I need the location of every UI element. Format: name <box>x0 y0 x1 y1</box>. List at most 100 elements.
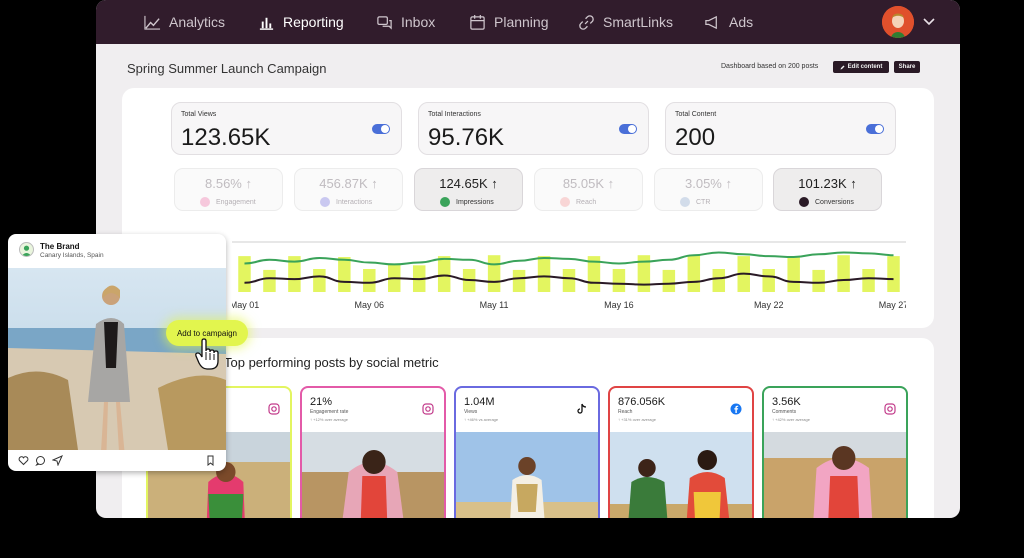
heart-icon[interactable] <box>18 455 29 466</box>
kpi-toggle[interactable] <box>372 124 390 134</box>
instagram-icon <box>268 403 280 415</box>
post-card[interactable]: 1.04M Views ↑ +46% vs average <box>454 386 600 518</box>
share-label: Share <box>898 64 916 70</box>
metric-conversions[interactable]: 101.23K ↑ Conversions <box>773 168 882 211</box>
metric-dot <box>200 197 210 207</box>
performing-posts-title: Top performing posts by social metric <box>224 355 439 370</box>
brand-logo-icon <box>21 245 32 256</box>
chart-bar <box>437 256 451 292</box>
chart-bar <box>612 269 626 292</box>
nav-item-analytics[interactable]: Analytics <box>144 0 225 44</box>
trend-chart-icon <box>144 15 161 30</box>
metric-reach[interactable]: 85.05K ↑ Reach <box>534 168 643 211</box>
metric-label: Conversions <box>815 199 854 206</box>
kpi-total-interactions[interactable]: Total Interactions 95.76K <box>418 102 649 155</box>
kpi-label: Total Content <box>675 111 717 118</box>
metric-dot <box>320 197 330 207</box>
post-metric-label: Comments <box>772 409 797 415</box>
chart-bar <box>837 255 850 292</box>
chart-bar <box>487 255 501 292</box>
post-metric-value: 3.56K <box>772 396 801 408</box>
metric-value: 456.87K ↑ <box>319 176 378 191</box>
chart-bar <box>887 256 900 292</box>
metric-value: 124.65K ↑ <box>439 176 498 191</box>
post-photo <box>764 432 906 518</box>
edit-content-button[interactable]: Edit content <box>833 61 889 73</box>
kpi-total-content[interactable]: Total Content 200 <box>665 102 896 155</box>
nav-item-reporting[interactable]: Reporting <box>258 0 344 44</box>
chart-bar <box>787 256 800 292</box>
post-metric-change: ↑ +12% over average <box>310 417 348 422</box>
kpi-toggle[interactable] <box>866 124 884 134</box>
post-photo <box>456 432 598 518</box>
chart-x-tick-label: May 06 <box>355 300 385 310</box>
metric-dot <box>440 197 450 207</box>
chart-bar <box>712 269 726 292</box>
send-icon[interactable] <box>52 455 63 466</box>
chart-bar <box>687 255 701 292</box>
top-navigation: Analytics Reporting Inbox Planning Smart… <box>96 0 960 44</box>
chevron-down-icon[interactable] <box>922 14 936 28</box>
post-metric-label: Engagement rate <box>310 409 349 415</box>
post-card[interactable]: 876.056K Reach ↑ +31% over average <box>608 386 754 518</box>
bookmark-icon[interactable] <box>205 455 216 466</box>
dashboard-note: Dashboard based on 200 posts <box>721 63 819 70</box>
chart-x-tick-label: May 01 <box>232 300 259 310</box>
post-card[interactable]: 3.56K Comments ↑ +42% over average <box>762 386 908 518</box>
kpi-value: 123.65K <box>181 124 271 151</box>
chart-x-tick-label: May 11 <box>480 300 509 310</box>
campaign-title: Spring Summer Launch Campaign <box>127 61 327 76</box>
calendar-icon <box>470 14 485 30</box>
performance-chart: May 01 May 06 May 11 May 16 May 22 May 27 <box>232 241 906 310</box>
nav-item-inbox[interactable]: Inbox <box>376 0 435 44</box>
kpi-value: 95.76K <box>428 124 505 151</box>
post-metric-value: 21% <box>310 396 333 408</box>
chart-bar <box>363 269 376 292</box>
chart-bar <box>238 256 251 292</box>
metric-impressions[interactable]: 124.65K ↑ Impressions <box>414 168 523 211</box>
chat-bubbles-icon <box>377 15 392 30</box>
metric-ctr[interactable]: 3.05% ↑ CTR <box>654 168 763 211</box>
chart-x-tick-label: May 27 <box>879 300 906 310</box>
post-metric-value: 1.04M <box>464 396 495 408</box>
nav-label: Analytics <box>169 14 226 30</box>
nav-item-smartlinks[interactable]: SmartLinks <box>578 0 673 44</box>
metric-label: Interactions <box>336 199 373 206</box>
hand-cursor-icon <box>195 338 219 370</box>
post-card[interactable]: 21% Engagement rate ↑ +12% over average <box>300 386 446 518</box>
metric-value: 8.56% ↑ <box>205 176 252 191</box>
kpi-toggle[interactable] <box>619 124 637 134</box>
chart-bar <box>537 256 551 292</box>
metric-dot <box>560 197 570 207</box>
post-metric-label: Views <box>464 409 478 415</box>
share-button[interactable]: Share <box>894 61 920 73</box>
bar-chart-icon <box>259 17 274 30</box>
chart-bar <box>562 269 576 292</box>
post-photo <box>302 432 444 518</box>
comment-icon[interactable] <box>35 455 46 466</box>
avatar[interactable] <box>882 6 914 38</box>
kpi-total-views[interactable]: Total Views 123.65K <box>171 102 402 155</box>
edit-content-label: Edit content <box>847 64 883 70</box>
metric-label: Reach <box>576 199 597 206</box>
facebook-icon <box>730 403 742 415</box>
brand-location: Canary Islands, Spain <box>40 252 104 259</box>
metric-dot <box>799 197 809 207</box>
link-icon <box>579 14 594 30</box>
nav-label: SmartLinks <box>603 14 674 30</box>
nav-label: Ads <box>729 14 754 30</box>
brand-avatar <box>19 242 34 257</box>
chart-bar <box>812 269 825 292</box>
post-metric-label: Reach <box>618 409 633 415</box>
kpi-label: Total Views <box>181 111 217 118</box>
nav-item-ads[interactable]: Ads <box>704 0 753 44</box>
metric-engagement[interactable]: 8.56% ↑ Engagement <box>174 168 283 211</box>
nav-item-planning[interactable]: Planning <box>469 0 549 44</box>
megaphone-icon <box>705 15 717 29</box>
metric-label: Impressions <box>456 199 494 206</box>
metric-value: 85.05K ↑ <box>562 176 615 191</box>
post-metric-value: 876.056K <box>618 396 666 408</box>
post-metric-change: ↑ +31% over average <box>618 417 656 422</box>
chart-bar <box>338 257 351 292</box>
metric-interactions[interactable]: 456.87K ↑ Interactions <box>294 168 403 211</box>
